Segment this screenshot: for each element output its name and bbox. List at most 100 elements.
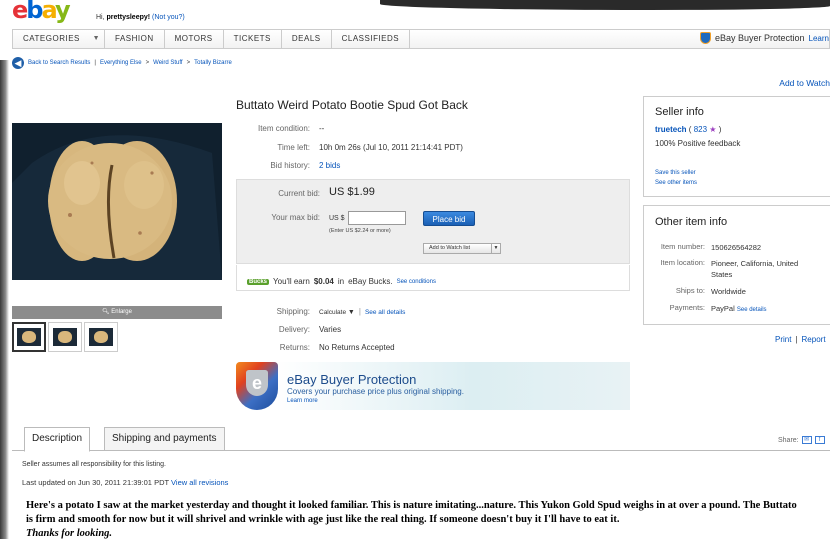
bucks-text: You'll earn xyxy=(273,277,310,286)
delivery-label: Delivery: xyxy=(278,325,310,334)
email-icon[interactable]: ✉ xyxy=(801,436,812,444)
chevron-down-icon[interactable]: ▼ xyxy=(348,309,355,316)
nav-tickets[interactable]: TICKETS xyxy=(224,30,282,48)
ebay-bucks-row: Bucks You'll earn $0.04 in eBay Bucks. S… xyxy=(236,265,630,291)
time-left-label: Time left: xyxy=(277,143,310,152)
returns-label: Returns: xyxy=(279,343,310,352)
currency-label: US $ xyxy=(329,215,345,222)
item-title: Buttato Weird Potato Bootie Spud Got Bac… xyxy=(236,98,468,112)
payments-value: PayPal See details xyxy=(711,304,767,313)
seller-name-row: truetech ( 823 ★ ) xyxy=(655,125,721,134)
banner-subtitle: Covers your purchase price plus original… xyxy=(287,387,464,396)
breadcrumb-separator: | xyxy=(94,60,96,66)
print-link[interactable]: Print xyxy=(775,335,791,344)
report-link[interactable]: Report xyxy=(802,335,826,344)
positive-feedback: 100% Positive feedback xyxy=(655,139,741,148)
nav-classifieds[interactable]: CLASSIFIEDS xyxy=(332,30,411,48)
bid-box: Current bid: US $1.99 Your max bid: US $… xyxy=(236,179,630,264)
nav-motors[interactable]: MOTORS xyxy=(165,30,224,48)
breadcrumb: ◀ Back to Search Results | Everything El… xyxy=(12,57,232,69)
breadcrumb-totally-bizarre[interactable]: Totally Bizarre xyxy=(194,60,232,66)
other-item-info-box: Other item info Item number: 15062656428… xyxy=(643,205,830,325)
condition-row: Item condition: -- xyxy=(236,124,324,133)
greeting: Hi, prettysleepy! (Not you?) xyxy=(96,14,185,21)
seller-name-link[interactable]: truetech xyxy=(655,125,687,134)
item-location-row: Item location: Pioneer, California, Unit… xyxy=(644,258,821,280)
breadcrumb-weird-stuff[interactable]: Weird Stuff xyxy=(153,60,182,66)
breadcrumb-everything-else[interactable]: Everything Else xyxy=(100,60,142,66)
current-bid-value: US $1.99 xyxy=(329,186,375,198)
returns-value: No Returns Accepted xyxy=(319,343,395,352)
social-share-icon[interactable]: f xyxy=(814,436,825,444)
bucks-name: eBay Bucks. xyxy=(348,277,393,286)
star-icon: ★ xyxy=(709,125,717,134)
buyer-protection-banner[interactable]: eBay Buyer Protection Covers your purcha… xyxy=(236,362,630,410)
feedback-score-link[interactable]: 823 xyxy=(694,125,707,134)
nav-categories[interactable]: CATEGORIES ▼ xyxy=(13,30,105,48)
username: prettysleepy! xyxy=(106,14,151,21)
max-bid-input[interactable] xyxy=(348,211,406,225)
enlarge-button[interactable]: 🔍︎ Enlarge xyxy=(12,306,222,319)
learn-more-link[interactable]: Learn xyxy=(809,34,829,43)
bid-history-link[interactable]: 2 bids xyxy=(319,161,340,170)
shield-icon xyxy=(699,32,711,44)
info-label: Item number: xyxy=(660,242,705,251)
divider: | xyxy=(358,307,361,316)
see-other-items-link[interactable]: See other items xyxy=(655,180,697,186)
thumbnail[interactable] xyxy=(84,322,118,352)
ships-to-row: Ships to: Worldwide xyxy=(644,286,821,297)
item-description: Here's a potato I saw at the market yest… xyxy=(26,499,806,541)
share-row: Share: ✉ f xyxy=(778,436,825,444)
back-to-search-link[interactable]: Back to Search Results xyxy=(28,60,90,66)
bucks-icon: Bucks xyxy=(247,278,270,285)
updated-prefix: Last updated on xyxy=(22,478,76,487)
banner-title: eBay Buyer Protection xyxy=(287,372,417,387)
payment-details-link[interactable]: See details xyxy=(737,307,767,313)
max-bid-label: Your max bid: xyxy=(271,213,320,222)
item-main-image[interactable] xyxy=(12,123,222,280)
updated-date: Jun 30, 2011 21:39:01 PDT xyxy=(77,478,169,487)
buyer-protection-link[interactable]: eBay Buyer Protection Learn xyxy=(699,32,829,44)
info-label: Payments: xyxy=(669,303,705,312)
last-updated: Last updated on Jun 30, 2011 21:39:01 PD… xyxy=(22,478,228,487)
potato-photo xyxy=(12,123,222,280)
item-number-row: Item number: 150626564282 xyxy=(644,242,821,253)
nav-fashion[interactable]: FASHION xyxy=(105,30,165,48)
place-bid-button[interactable]: Place bid xyxy=(423,211,475,226)
not-you-link[interactable]: (Not you?) xyxy=(152,14,185,21)
current-bid-label: Current bid: xyxy=(278,189,320,198)
tab-shipping-and-payments[interactable]: Shipping and payments xyxy=(104,427,225,451)
shipping-calculate-select[interactable]: Calculate ▼ xyxy=(319,307,355,318)
bid-history-row: Bid history: 2 bids xyxy=(236,161,340,170)
nav-deals[interactable]: DEALS xyxy=(282,30,332,48)
info-label: Ships to: xyxy=(675,286,705,295)
print-report-row: Print | Report xyxy=(775,335,826,344)
add-to-watch-list-button[interactable]: Add to Watch list ▼ xyxy=(423,243,501,254)
item-location-value: Pioneer, California, United States xyxy=(711,259,799,279)
chevron-down-icon[interactable]: ▼ xyxy=(93,30,100,48)
see-all-details-link[interactable]: See all details xyxy=(365,307,405,318)
shipping-label: Shipping: xyxy=(276,307,310,316)
shield-icon xyxy=(236,362,278,410)
tab-description[interactable]: Description xyxy=(24,427,91,452)
delivery-value: Varies xyxy=(319,325,342,334)
torn-paper-edge-top xyxy=(380,0,830,10)
ships-to-value: Worldwide xyxy=(711,287,746,296)
add-to-watch-link[interactable]: Add to Watch xyxy=(779,78,830,88)
chevron-down-icon[interactable]: ▼ xyxy=(491,244,500,253)
breadcrumb-separator: > xyxy=(186,60,191,66)
see-conditions-link[interactable]: See conditions xyxy=(397,279,436,285)
thumbnail[interactable] xyxy=(48,322,82,352)
item-number-value: 150626564282 xyxy=(711,243,762,252)
thumbnail-strip xyxy=(12,322,118,352)
banner-learn-more-link[interactable]: Learn more xyxy=(287,398,318,404)
share-label: Share: xyxy=(778,436,799,444)
enlarge-label: Enlarge xyxy=(111,309,132,315)
back-arrow-icon[interactable]: ◀ xyxy=(12,57,24,69)
category-navbar: CATEGORIES ▼ FASHION MOTORS TICKETS DEALS… xyxy=(12,29,830,49)
ebay-logo[interactable]: ebay xyxy=(12,0,71,22)
thumbnail[interactable] xyxy=(12,322,46,352)
view-revisions-link[interactable]: View all revisions xyxy=(171,478,228,487)
seller-info-heading: Seller info xyxy=(655,106,704,118)
save-seller-link[interactable]: Save this seller xyxy=(655,170,696,176)
